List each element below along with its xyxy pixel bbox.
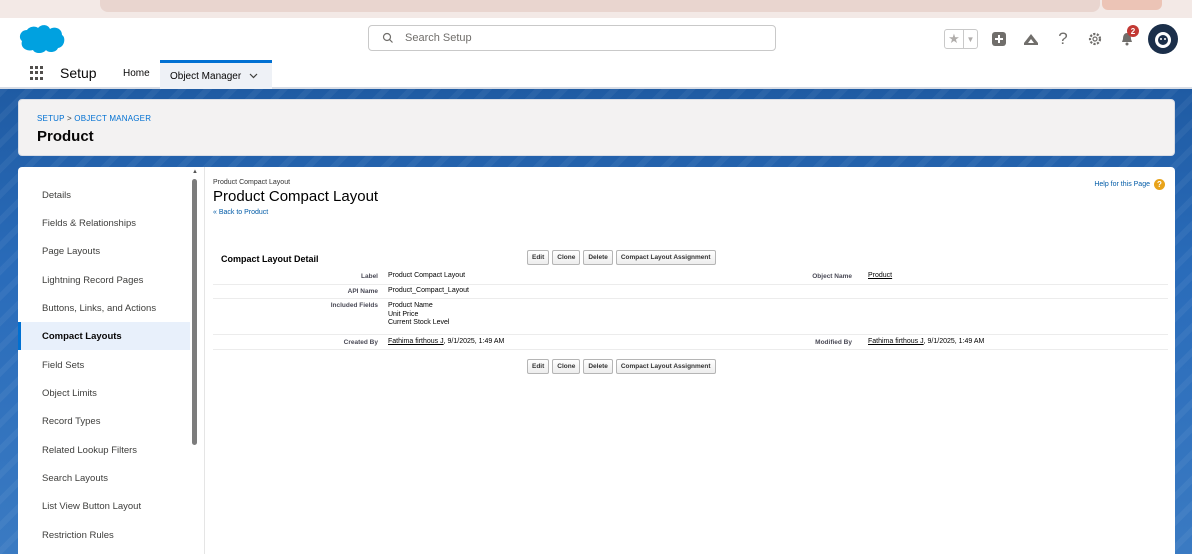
content-panel: Details Fields & Relationships Page Layo… <box>18 167 1175 554</box>
scrollbar-thumb[interactable] <box>192 179 197 445</box>
browser-profile-pill[interactable] <box>1102 0 1162 10</box>
delete-button-bottom[interactable]: Delete <box>583 359 613 374</box>
object-sidebar: Details Fields & Relationships Page Layo… <box>18 167 204 554</box>
compact-layout-main: Product Compact Layout Product Compact L… <box>204 167 1175 554</box>
page-title: Product Compact Layout <box>213 188 379 205</box>
breadcrumb-setup-link[interactable]: SETUP <box>37 114 65 123</box>
favorites-group: ★ ▼ <box>944 29 978 49</box>
included-field-item: Current Stock Level <box>388 319 450 326</box>
sidebar-item-search-layouts[interactable]: Search Layouts <box>18 464 190 492</box>
sidebar-item-buttons-links-actions[interactable]: Buttons, Links, and Actions <box>18 294 190 322</box>
breadcrumb-separator: > <box>66 114 72 123</box>
object-name-link[interactable]: Product <box>868 272 892 279</box>
help-for-page-link[interactable]: Help for this Page ? <box>1094 179 1165 190</box>
delete-button[interactable]: Delete <box>583 250 613 265</box>
back-to-product-link[interactable]: « Back to Product <box>213 209 268 216</box>
included-field-item: Product Name <box>388 302 433 309</box>
tab-object-manager-label: Object Manager <box>170 70 242 82</box>
section-title: Compact Layout Detail <box>221 254 319 264</box>
search-icon <box>382 32 393 43</box>
user-avatar[interactable] <box>1148 24 1178 54</box>
search-setup-box[interactable] <box>368 25 776 51</box>
detail-row-api-name: API Name Product_Compact_Layout <box>213 285 1168 299</box>
sidebar-item-fields-relationships[interactable]: Fields & Relationships <box>18 209 190 237</box>
trailhead-icon[interactable] <box>1020 28 1042 50</box>
created-by-user-link[interactable]: Fathima firthous J <box>388 338 444 345</box>
sidebar-item-list-view-button-layout[interactable]: List View Button Layout <box>18 492 190 520</box>
setup-nav-bar: Setup Home Object Manager <box>0 60 1192 89</box>
app-launcher-icon[interactable] <box>30 66 44 80</box>
app-name: Setup <box>60 65 97 81</box>
sidebar-item-page-layouts[interactable]: Page Layouts <box>18 237 190 265</box>
tab-home[interactable]: Home <box>123 68 150 79</box>
api-name-label: API Name <box>347 288 378 295</box>
notifications-bell-icon[interactable]: 2 <box>1116 25 1139 50</box>
included-fields-label: Included Fields <box>330 302 378 309</box>
breadcrumb-object-manager-link[interactable]: OBJECT MANAGER <box>74 114 151 123</box>
compact-layout-assignment-button[interactable]: Compact Layout Assignment <box>615 250 716 265</box>
sidebar-item-compact-layouts[interactable]: Compact Layouts <box>18 322 190 350</box>
modified-by-user-link[interactable]: Fathima firthous J <box>868 338 924 345</box>
sidebar-item-lightning-record-pages[interactable]: Lightning Record Pages <box>18 266 190 294</box>
compact-layout-assignment-button-bottom[interactable]: Compact Layout Assignment <box>615 359 716 374</box>
favorites-dropdown-icon[interactable]: ▼ <box>963 30 977 48</box>
api-name-value: Product_Compact_Layout <box>388 287 469 294</box>
object-header: SETUP > OBJECT MANAGER Product <box>18 99 1175 156</box>
chevron-down-icon[interactable] <box>249 73 258 79</box>
setup-gear-icon[interactable] <box>1084 28 1106 50</box>
header-utility-icons: ★ ▼ ? 2 <box>944 22 1178 56</box>
label-field-label: Label <box>361 273 378 280</box>
sidebar-item-restriction-rules[interactable]: Restriction Rules <box>18 521 190 549</box>
edit-button[interactable]: Edit <box>527 250 550 265</box>
modified-by-label: Modified By <box>815 339 852 346</box>
help-icon[interactable]: ? <box>1052 28 1074 50</box>
created-by-date: , 9/1/2025, 1:49 AM <box>443 338 505 345</box>
object-title: Product <box>37 128 94 145</box>
salesforce-cloud-logo[interactable] <box>18 23 66 55</box>
tab-object-manager[interactable]: Object Manager <box>160 60 272 89</box>
sidebar-item-details[interactable]: Details <box>18 181 190 209</box>
modified-by-date: , 9/1/2025, 1:49 AM <box>923 338 985 345</box>
favorites-star-icon[interactable]: ★ <box>945 30 963 48</box>
detail-row-label: Label Product Compact Layout Object Name… <box>213 270 1168 285</box>
global-header: ★ ▼ ? 2 <box>0 18 1192 60</box>
sidebar-scrollbar[interactable]: ▲ <box>192 167 198 554</box>
scroll-up-arrow-icon[interactable]: ▲ <box>192 169 198 175</box>
sidebar-item-related-lookup-filters[interactable]: Related Lookup Filters <box>18 436 190 464</box>
label-field-value: Product Compact Layout <box>388 272 466 279</box>
top-button-row: Edit Clone Delete Compact Layout Assignm… <box>527 250 716 265</box>
bottom-button-row: Edit Clone Delete Compact Layout Assignm… <box>527 359 716 374</box>
global-actions-icon[interactable] <box>988 28 1010 50</box>
page-type-label: Product Compact Layout <box>213 179 291 186</box>
breadcrumb: SETUP > OBJECT MANAGER <box>37 114 151 123</box>
browser-tab-strip <box>0 0 1192 18</box>
object-name-label: Object Name <box>812 273 852 280</box>
edit-button-bottom[interactable]: Edit <box>527 359 550 374</box>
browser-tab-bar <box>100 0 1100 12</box>
clone-button-bottom[interactable]: Clone <box>552 359 581 374</box>
search-input[interactable] <box>405 29 765 47</box>
included-fields-list: Product Name Unit Price Current Stock Le… <box>388 302 449 328</box>
object-name-value[interactable]: Product <box>868 272 892 281</box>
clone-button[interactable]: Clone <box>552 250 581 265</box>
detail-row-included-fields: Included Fields Product Name Unit Price … <box>213 299 1168 335</box>
question-help-icon: ? <box>1154 179 1165 190</box>
created-by-value: Fathima firthous J, 9/1/2025, 1:49 AM <box>388 338 504 347</box>
included-field-item: Unit Price <box>388 310 419 318</box>
sidebar-item-object-limits[interactable]: Object Limits <box>18 379 190 407</box>
sidebar-item-field-sets[interactable]: Field Sets <box>18 351 190 379</box>
created-by-label: Created By <box>343 339 378 346</box>
sidebar-item-record-types[interactable]: Record Types <box>18 407 190 435</box>
notification-count-badge: 2 <box>1127 25 1139 37</box>
modified-by-value: Fathima firthous J, 9/1/2025, 1:49 AM <box>868 338 984 347</box>
astro-avatar-icon <box>1155 32 1171 48</box>
help-link-label: Help for this Page <box>1094 181 1150 188</box>
detail-row-created-modified: Created By Fathima firthous J, 9/1/2025,… <box>213 335 1168 350</box>
